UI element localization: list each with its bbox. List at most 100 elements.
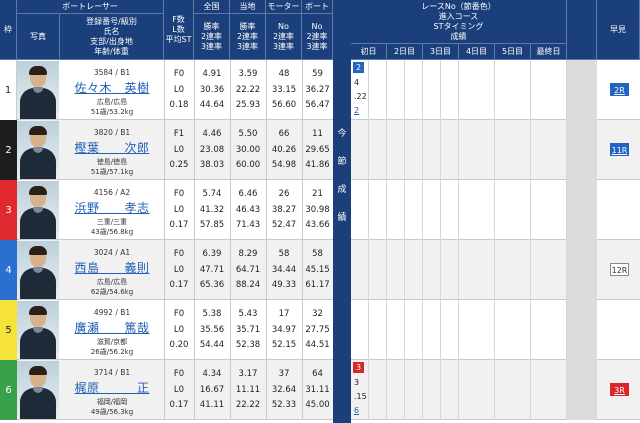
racer-name-link[interactable]: 梶原 正 <box>60 379 164 396</box>
header-flst: F数 L数 平均ST <box>164 0 194 60</box>
results-row: 12R <box>351 240 640 300</box>
stat-subheader-label: 2連率 <box>200 31 223 41</box>
racer-age-weight: 49歳/56.3kg <box>90 408 134 416</box>
day-cell <box>513 360 531 420</box>
racer-age-weight: 26歳/56.2kg <box>90 348 134 356</box>
fl-st: F1 L0 0.25 <box>169 129 189 170</box>
racer-info: 4992 / B1 廣瀬 篤哉 滋賀/京都 26歳/56.2kg <box>60 300 164 360</box>
motor-stats: 48 33.15 56.60 <box>271 69 297 110</box>
national-stats: 4.34 16.67 41.11 <box>199 369 225 410</box>
fl-st: F0 L0 0.17 <box>169 249 189 290</box>
racer-name-link[interactable]: 浜野 孝志 <box>60 199 164 216</box>
results-row <box>351 300 640 360</box>
racer-branch: 三重/三重 <box>96 218 128 226</box>
racer-info: 3024 / A1 西島 義則 広島/広島 62歳/54.6kg <box>60 240 164 300</box>
early-label: 早見 <box>610 24 626 34</box>
racer-info: 3584 / B1 佐々木 英樹 広島/広島 51歳/53.2kg <box>60 60 164 120</box>
racer-age-weight: 62歳/54.6kg <box>90 288 134 296</box>
stat-subheader-label: 3連率 <box>200 41 223 51</box>
day-strip <box>567 300 597 360</box>
racer-reg: 3584 / B1 <box>93 68 131 77</box>
racer-age-weight: 43歳/56.8kg <box>90 228 134 236</box>
day-cell <box>387 60 405 120</box>
day-cell <box>369 60 387 120</box>
header-early: 早見 <box>597 0 640 60</box>
early-race-badge[interactable]: 11R <box>610 143 629 156</box>
waku-number: 5 <box>0 300 17 360</box>
stat-header-local: 当地 <box>230 0 266 14</box>
racer-photo <box>17 61 59 119</box>
session-results-char: 績 <box>337 213 347 223</box>
racer-name-link[interactable]: 樫葉 次郎 <box>60 139 164 156</box>
racer-name-link[interactable]: 佐々木 英樹 <box>60 79 164 96</box>
results-row: 3 .15 6 3 3R <box>351 360 640 420</box>
early-race-badge[interactable]: 12R <box>610 263 629 276</box>
entry-st: .15 <box>354 392 367 401</box>
day-cell <box>513 300 531 360</box>
stat-subheader-label: 勝率 <box>203 21 220 31</box>
session-results-char: 成 <box>337 185 347 195</box>
racer-reg: 4992 / B1 <box>93 308 131 317</box>
session-results-band: 今節成績 <box>333 0 351 423</box>
early-race-badge[interactable]: 2R <box>610 83 629 96</box>
day-cell <box>369 300 387 360</box>
day-cell <box>423 300 441 360</box>
early-race-badge[interactable]: 3R <box>610 383 629 396</box>
motor-stats: 58 34.44 49.33 <box>271 249 297 290</box>
racer-age-weight: 51歳/57.1kg <box>90 168 134 176</box>
fl-st: F0 L0 0.18 <box>169 69 189 110</box>
racer-branch: 広島/広島 <box>96 98 128 106</box>
day-cell <box>387 240 405 300</box>
day-cell <box>477 240 495 300</box>
day-cell <box>477 60 495 120</box>
results-row: 11R <box>351 120 640 180</box>
day-cell <box>441 60 459 120</box>
day-cell <box>477 180 495 240</box>
day-cell <box>423 240 441 300</box>
boat-stats: 64 31.11 45.00 <box>305 369 330 410</box>
day-cell <box>423 120 441 180</box>
racer-reg: 3820 / B1 <box>93 128 131 137</box>
entry-result-link[interactable]: 2 <box>354 104 364 118</box>
day-cell <box>405 240 423 300</box>
day-cell <box>423 360 441 420</box>
day-cell <box>351 180 369 240</box>
racer-reg: 3024 / A1 <box>93 248 131 257</box>
stat-subheader-label: 3連率 <box>236 41 259 51</box>
day-cell <box>405 300 423 360</box>
entry-result-link[interactable]: 6 <box>354 404 364 418</box>
racer-field-label: 支部/出身地 <box>90 36 133 46</box>
stat-subheader-label: 2連率 <box>272 31 295 41</box>
boat-stats: 58 45.15 61.17 <box>305 249 330 290</box>
boat-stats: 59 36.27 56.47 <box>305 69 330 110</box>
entry-race-no[interactable]: 3 <box>353 362 364 373</box>
racer-field-label: 年齢/体重 <box>94 46 129 56</box>
header-race-info: レースNo（節番色） 進入コース STタイミング 成績 <box>351 0 567 44</box>
day-cell <box>351 120 369 180</box>
day-cell <box>477 300 495 360</box>
fl-st: F0 L0 0.17 <box>169 189 189 230</box>
day-cell <box>513 180 531 240</box>
day-header: 5日目 <box>495 44 531 60</box>
entry-race-no[interactable]: 2 <box>353 62 364 73</box>
day-cell <box>513 240 531 300</box>
waku-number: 3 <box>0 180 17 240</box>
day-cell <box>387 120 405 180</box>
local-stats: 3.59 22.22 25.93 <box>235 69 261 110</box>
racer-name-link[interactable]: 廣瀬 篤哉 <box>60 319 164 336</box>
entry-course: 3 <box>354 378 360 387</box>
local-stats: 3.17 11.11 22.22 <box>235 369 261 410</box>
local-stats: 8.29 64.71 88.24 <box>235 249 261 290</box>
racer-photo <box>17 121 59 179</box>
racer-group-label: ボートレーサー <box>62 1 118 11</box>
day-header: 最終日 <box>531 44 567 60</box>
racer-name-link[interactable]: 西島 義則 <box>60 259 164 276</box>
racer-photo <box>17 181 59 239</box>
stat-header-motor: モーター <box>266 0 302 14</box>
flst-label: F数 <box>172 14 185 24</box>
national-stats: 4.91 30.36 44.64 <box>199 69 225 110</box>
stat-subheader-label: No <box>311 21 323 31</box>
stat-header-national: 全国 <box>194 0 230 14</box>
day-cell <box>441 300 459 360</box>
motor-stats: 26 38.27 52.47 <box>271 189 297 230</box>
